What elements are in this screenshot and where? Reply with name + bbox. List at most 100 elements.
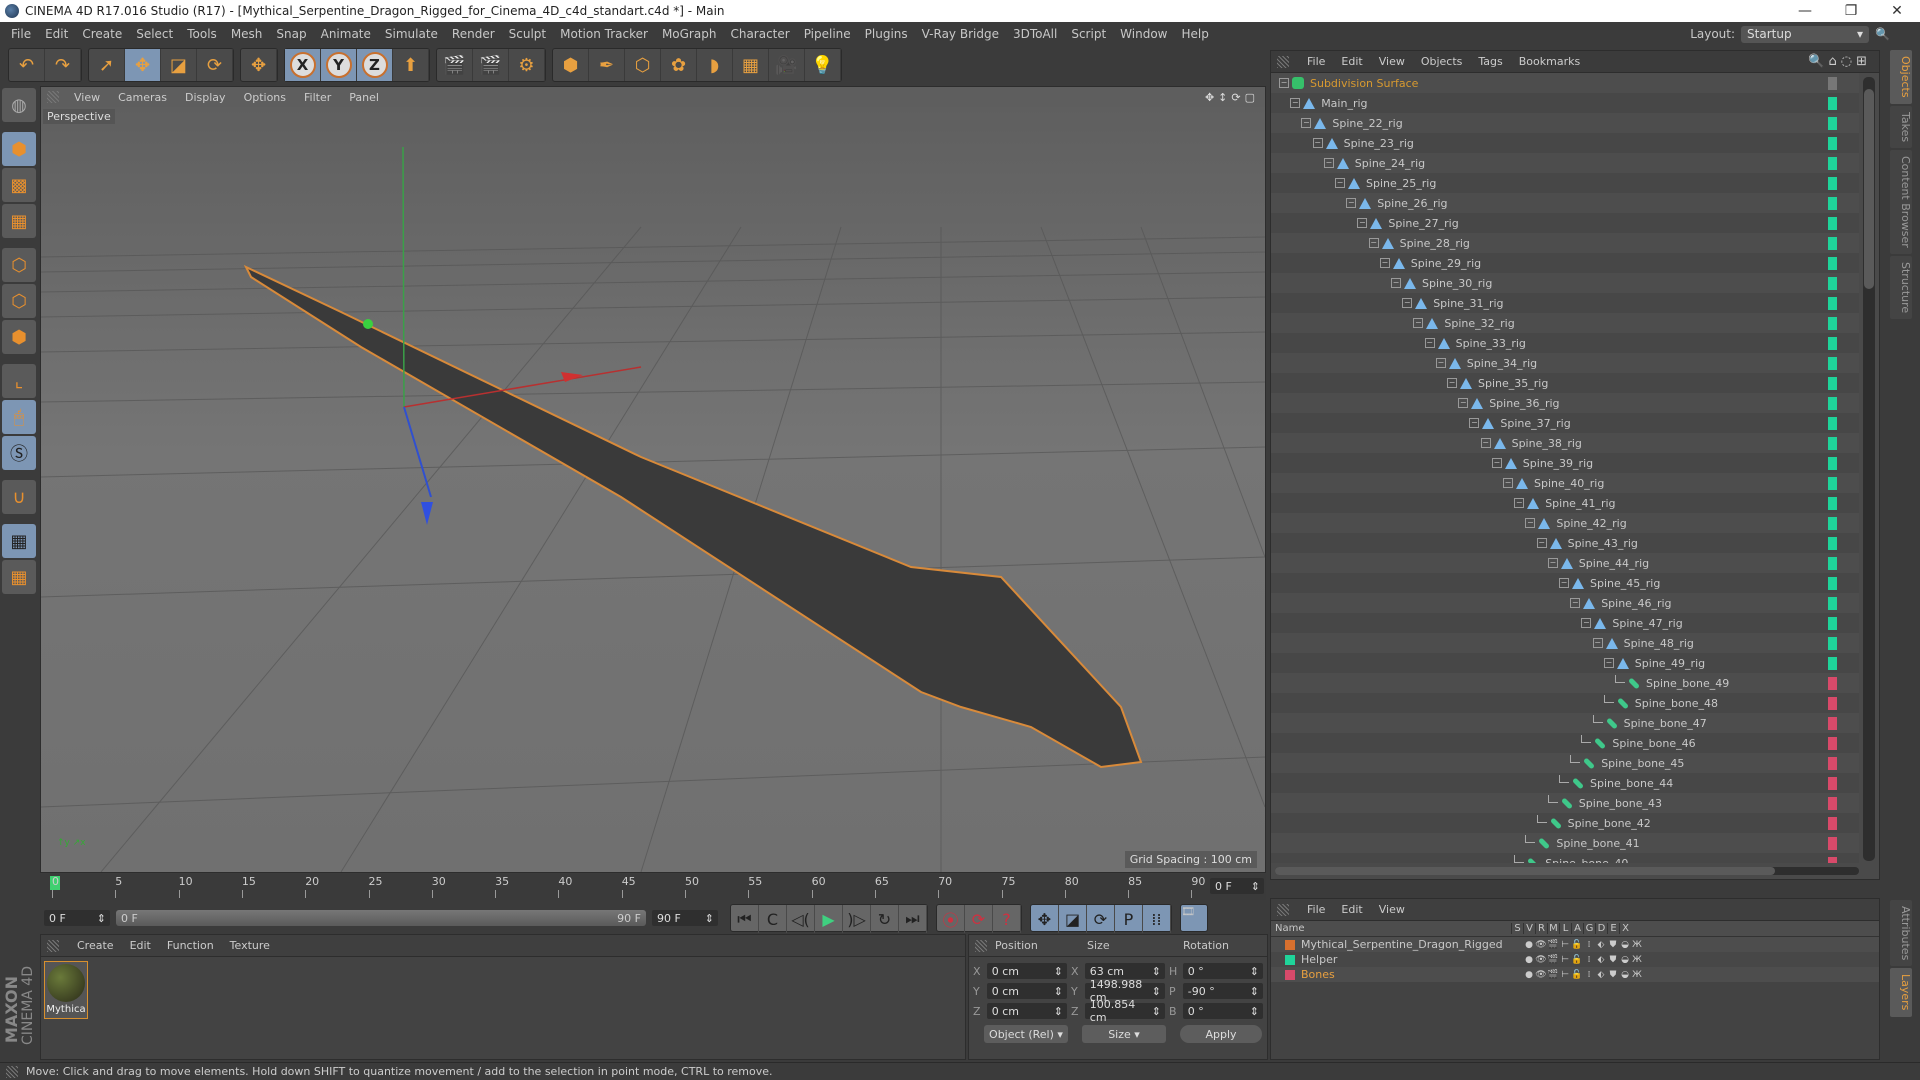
- select-button[interactable]: ➚: [89, 49, 125, 81]
- render-icon[interactable]: 🎬: [1547, 955, 1559, 965]
- expand-toggle-icon[interactable]: −: [1424, 338, 1435, 348]
- tweak-mode-icon[interactable]: 🖱: [2, 400, 36, 434]
- size-y-field[interactable]: 1498.988 cm ⇕: [1084, 978, 1165, 1004]
- tab-structure[interactable]: Structure: [1890, 255, 1912, 319]
- points-mode-icon[interactable]: ⬡: [2, 248, 36, 282]
- layer-color-tag[interactable]: [1828, 276, 1837, 290]
- object-row[interactable]: Spine_bone_43: [1271, 793, 1859, 813]
- lock-icon[interactable]: 🔓: [1571, 940, 1583, 950]
- lock-workplane-icon[interactable]: ▦: [2, 524, 36, 558]
- render-settings-button[interactable]: ⚙: [509, 49, 545, 81]
- menu-create[interactable]: Create: [75, 27, 129, 41]
- object-row[interactable]: − Spine_23_rig: [1271, 133, 1859, 153]
- object-list-scrollbar[interactable]: [1863, 77, 1875, 861]
- expand-toggle-icon[interactable]: −: [1346, 198, 1357, 208]
- object-row[interactable]: Spine_bone_44: [1271, 773, 1859, 793]
- autokey-button[interactable]: ⟳: [965, 905, 993, 933]
- object-row[interactable]: − Subdivision Surface: [1271, 73, 1859, 93]
- stepper-icon[interactable]: ⇕: [1250, 985, 1259, 998]
- visible-icon[interactable]: 👁: [1535, 955, 1547, 965]
- layer-column-l[interactable]: L: [1559, 923, 1571, 934]
- move-button[interactable]: ✥: [125, 49, 161, 81]
- manager-icon[interactable]: ⊢: [1559, 955, 1571, 965]
- coordinate-system-button[interactable]: ⬆: [393, 49, 429, 81]
- animation-icon[interactable]: ⁞: [1583, 970, 1595, 980]
- object-row[interactable]: − Spine_34_rig: [1271, 353, 1859, 373]
- viewport-menu-display[interactable]: Display: [176, 91, 235, 104]
- viewport-menu-view[interactable]: View: [65, 91, 109, 104]
- x-axis-button[interactable]: X: [285, 49, 321, 81]
- object-row[interactable]: − Spine_22_rig: [1271, 113, 1859, 133]
- menu-3dtoall[interactable]: 3DToAll: [1006, 27, 1064, 41]
- layer-color-tag[interactable]: [1828, 516, 1837, 530]
- tab-layers[interactable]: Layers: [1890, 968, 1912, 1017]
- menu-tools[interactable]: Tools: [180, 27, 224, 41]
- object-row[interactable]: − Spine_28_rig: [1271, 233, 1859, 253]
- material-menu-texture[interactable]: Texture: [222, 939, 278, 952]
- xref-icon[interactable]: Ж: [1631, 940, 1643, 950]
- viewport-canvas[interactable]: Perspective Grid Spacing : 100 cm ↑y ↗x: [41, 107, 1265, 872]
- visible-icon[interactable]: 👁: [1535, 940, 1547, 950]
- object-row[interactable]: − Spine_37_rig: [1271, 413, 1859, 433]
- menu-file[interactable]: File: [4, 27, 38, 41]
- layer-color-tag[interactable]: [1828, 496, 1837, 510]
- key-rotation-button[interactable]: ⟳: [1087, 905, 1115, 933]
- layer-color-tag[interactable]: [1828, 756, 1837, 770]
- layer-color-tag[interactable]: [1828, 176, 1837, 190]
- menu-help[interactable]: Help: [1174, 27, 1215, 41]
- layer-color-tag[interactable]: [1828, 536, 1837, 550]
- animation-icon[interactable]: ⁞: [1583, 955, 1595, 965]
- object-row[interactable]: − Spine_32_rig: [1271, 313, 1859, 333]
- layer-color-tag[interactable]: [1828, 456, 1837, 470]
- tab-takes[interactable]: Takes: [1890, 105, 1912, 148]
- layer-menu-file[interactable]: File: [1299, 903, 1333, 916]
- size-x-field[interactable]: 63 cm ⇕: [1084, 963, 1165, 979]
- position-y-field[interactable]: 0 cm ⇕: [986, 983, 1067, 999]
- expand-toggle-icon[interactable]: −: [1279, 78, 1289, 88]
- object-row[interactable]: − Spine_33_rig: [1271, 333, 1859, 353]
- render-icon[interactable]: 🎬: [1547, 970, 1559, 980]
- timeline-window-button[interactable]: 🎞: [1180, 904, 1208, 932]
- expand-toggle-icon[interactable]: −: [1335, 178, 1345, 188]
- previous-frame-button[interactable]: ◁(: [787, 905, 815, 933]
- layer-color-tag[interactable]: [1828, 256, 1837, 270]
- expand-toggle-icon[interactable]: −: [1379, 258, 1390, 268]
- layer-color-tag[interactable]: [1828, 796, 1837, 810]
- next-frame-button[interactable]: )▷: [843, 905, 871, 933]
- layer-color-tag[interactable]: [1828, 676, 1837, 690]
- menu-render[interactable]: Render: [445, 27, 502, 41]
- deformers-icon[interactable]: ⛊: [1607, 955, 1619, 965]
- solo-icon[interactable]: ●: [1523, 955, 1535, 965]
- layer-color-swatch[interactable]: [1285, 969, 1295, 980]
- record-button[interactable]: ⦿: [937, 905, 965, 933]
- deformers-icon[interactable]: ⛊: [1607, 940, 1619, 950]
- expressions-icon[interactable]: ◒: [1619, 940, 1631, 950]
- tab-attributes[interactable]: Attributes: [1890, 900, 1912, 967]
- layer-column-s[interactable]: S: [1511, 923, 1523, 934]
- edges-mode-icon[interactable]: ⬡: [2, 284, 36, 318]
- layer-color-tag[interactable]: [1828, 196, 1837, 210]
- object-row[interactable]: Spine_bone_48: [1271, 693, 1859, 713]
- lock-icon[interactable]: 🔓: [1571, 955, 1583, 965]
- layer-column-g[interactable]: G: [1583, 923, 1595, 934]
- live-move-button[interactable]: ✥: [241, 49, 277, 81]
- layer-color-tag[interactable]: [1828, 156, 1837, 170]
- expand-toggle-icon[interactable]: −: [1491, 458, 1502, 468]
- expand-toggle-icon[interactable]: −: [1559, 578, 1569, 588]
- expand-toggle-icon[interactable]: −: [1391, 278, 1401, 288]
- stepper-icon[interactable]: ⇕: [1152, 985, 1161, 998]
- stepper-icon[interactable]: ⇕: [1250, 1005, 1259, 1018]
- stepper-icon[interactable]: ⇕: [1152, 1005, 1161, 1018]
- z-axis-button[interactable]: Z: [357, 49, 393, 81]
- layer-color-tag[interactable]: [1828, 356, 1837, 370]
- solo-icon[interactable]: ●: [1523, 970, 1535, 980]
- layer-color-tag[interactable]: [1828, 476, 1837, 490]
- object-row[interactable]: − Spine_36_rig: [1271, 393, 1859, 413]
- generators-icon[interactable]: ⬖: [1595, 955, 1607, 965]
- rotation-b-field[interactable]: 0 ° ⇕: [1182, 1003, 1263, 1019]
- horizontal-scrollbar[interactable]: [1275, 867, 1859, 875]
- object-row[interactable]: − Spine_39_rig: [1271, 453, 1859, 473]
- layer-color-tag[interactable]: [1828, 636, 1837, 650]
- workplane-mode-icon[interactable]: ▦: [2, 204, 36, 238]
- viewport-menu-cameras[interactable]: Cameras: [109, 91, 176, 104]
